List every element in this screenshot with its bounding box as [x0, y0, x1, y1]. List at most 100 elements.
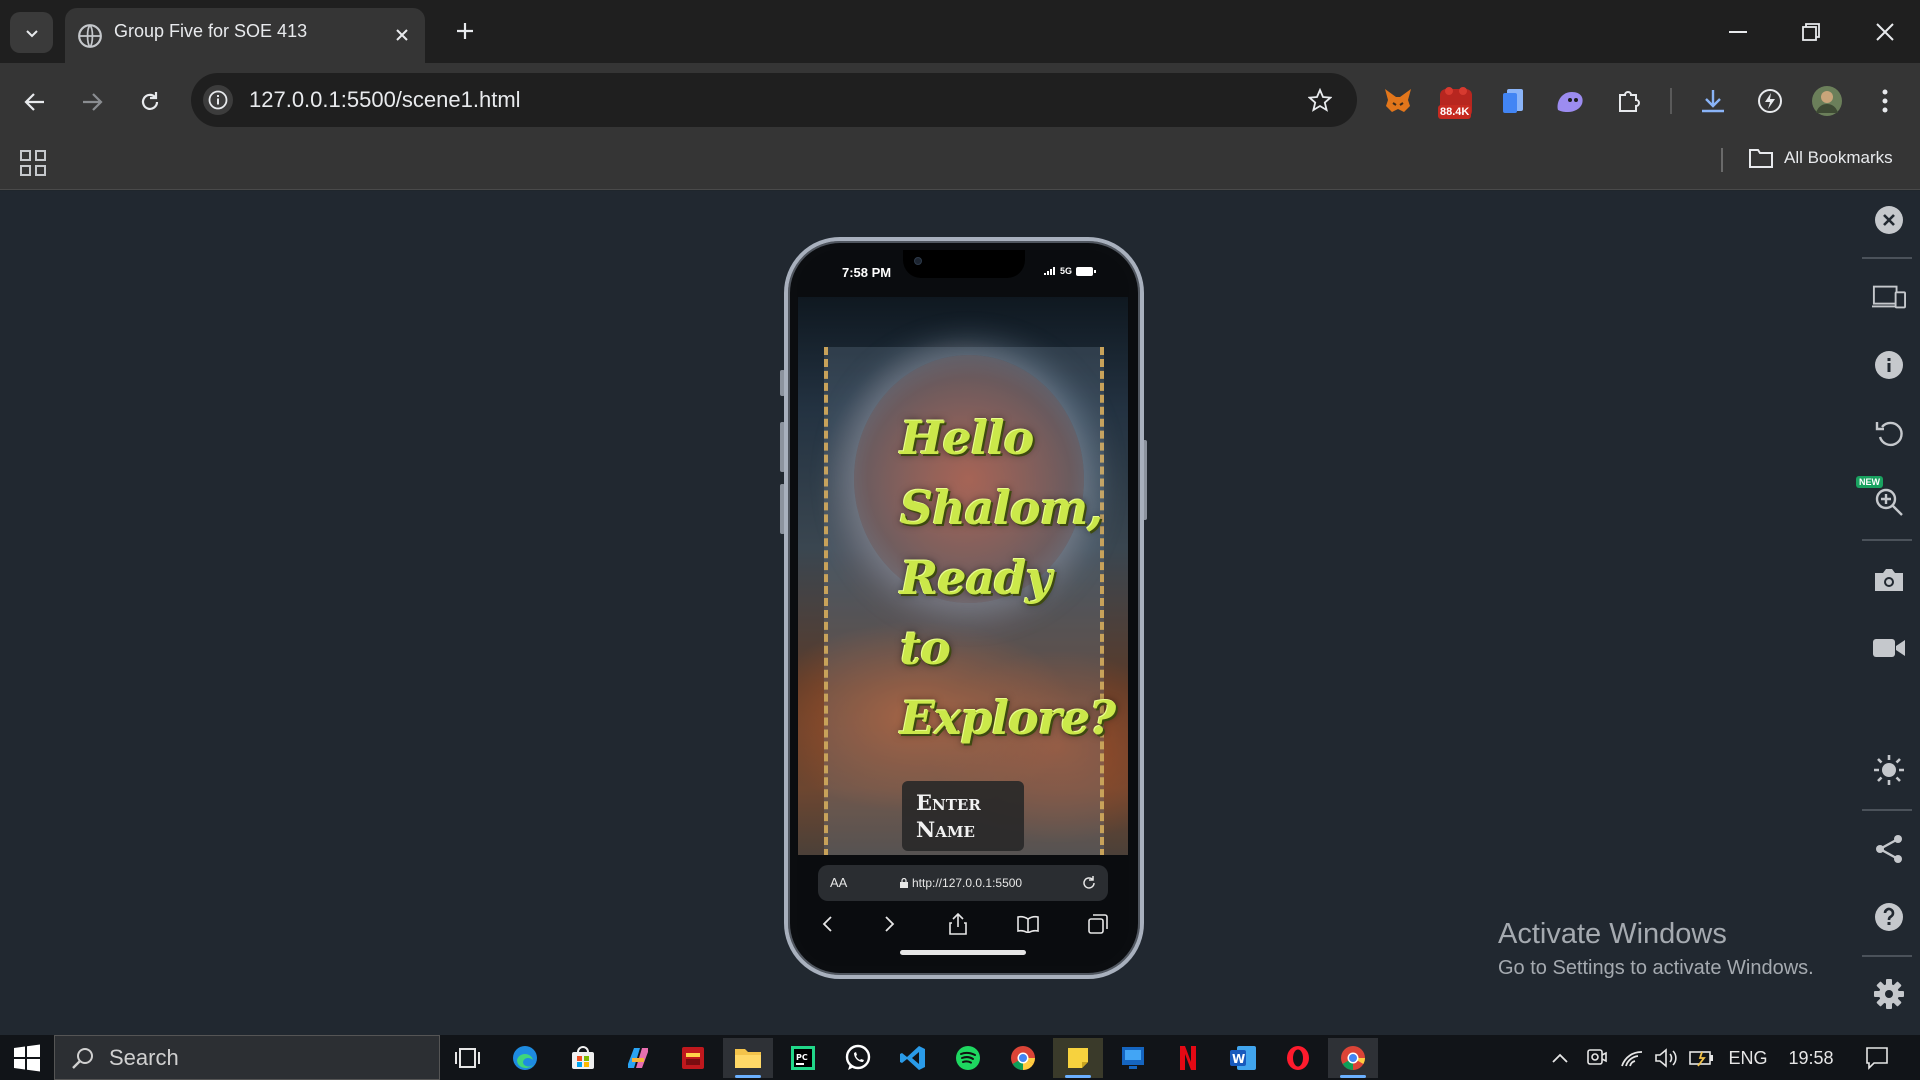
whatsapp-app[interactable] [833, 1038, 883, 1078]
device-info-button[interactable] [1872, 348, 1906, 382]
sun-icon [1874, 755, 1904, 785]
extensions-menu-button[interactable] [1608, 80, 1650, 122]
spotify-app[interactable] [943, 1038, 993, 1078]
close-window-button[interactable] [1862, 12, 1908, 52]
metamask-extension[interactable] [1377, 80, 1419, 122]
sticky-notes-app[interactable] [1053, 1038, 1103, 1078]
apps-grid-icon[interactable] [18, 148, 48, 178]
opera-app[interactable] [1273, 1038, 1323, 1078]
svg-text:PC: PC [796, 1053, 808, 1062]
file-explorer-app[interactable] [723, 1038, 773, 1078]
language-indicator[interactable]: ENG [1724, 1044, 1772, 1072]
all-bookmarks-button[interactable]: All Bookmarks [1748, 147, 1893, 169]
settings-button[interactable] [1872, 977, 1906, 1011]
battery-button[interactable] [1688, 1044, 1716, 1072]
zoom-in-icon [1875, 488, 1903, 516]
reload-button[interactable] [130, 82, 170, 122]
avatar-icon [1812, 86, 1842, 116]
pycharm-app[interactable]: PC [778, 1038, 828, 1078]
new-tab-button[interactable] [450, 16, 480, 46]
safari-url-text: http://127.0.0.1:5500 [912, 876, 1023, 890]
share-button[interactable] [1872, 832, 1906, 866]
store-app[interactable] [558, 1038, 608, 1078]
chrome-app[interactable] [998, 1038, 1048, 1078]
reload-icon[interactable] [1080, 874, 1098, 892]
safari-forward-button[interactable] [876, 910, 904, 938]
signal-icon [1044, 267, 1055, 275]
lock-icon [900, 878, 908, 888]
enter-name-button[interactable]: Enter Name [902, 781, 1024, 851]
record-button[interactable] [1872, 631, 1906, 665]
front-camera [914, 257, 922, 265]
text-size-button[interactable]: AA [830, 875, 847, 890]
zoom-button[interactable] [1872, 485, 1906, 519]
restore-button[interactable] [1788, 12, 1834, 52]
chevron-up-icon [1552, 1053, 1568, 1063]
share-nodes-icon [1876, 835, 1902, 863]
profile-avatar[interactable] [1806, 80, 1848, 122]
bookmark-star-button[interactable] [1305, 85, 1335, 115]
tab-search-button[interactable] [10, 12, 53, 53]
close-emulator-button[interactable] [1872, 203, 1906, 237]
theme-toggle-button[interactable] [1872, 753, 1906, 787]
globe-icon [78, 24, 102, 48]
safari-tabs-button[interactable] [1084, 910, 1112, 938]
copilot-icon [628, 1048, 648, 1068]
arrow-right-icon [83, 93, 103, 111]
back-button[interactable] [15, 82, 55, 122]
help-button[interactable] [1872, 900, 1906, 934]
video-camera-icon [1873, 639, 1905, 657]
safari-share-button[interactable] [944, 910, 972, 938]
activate-windows-watermark: Activate Windows Go to Settings to activ… [1498, 918, 1814, 980]
show-hidden-icons-button[interactable] [1546, 1044, 1574, 1072]
address-bar[interactable]: 127.0.0.1:5500/scene1.html [191, 73, 1357, 127]
network-button[interactable] [1618, 1044, 1646, 1072]
meet-now-button[interactable] [1582, 1044, 1610, 1072]
battery-charging-icon [1689, 1051, 1713, 1067]
volume-button[interactable] [1652, 1044, 1680, 1072]
ghost-extension[interactable] [1549, 80, 1591, 122]
search-placeholder: Search [109, 1044, 179, 1070]
safari-address-bar[interactable]: AA http://127.0.0.1:5500 [818, 865, 1108, 901]
share-icon [949, 913, 967, 935]
copilot-app[interactable] [613, 1038, 663, 1078]
sidebar-divider [1862, 955, 1912, 957]
rotate-button[interactable] [1872, 416, 1906, 450]
forward-button[interactable] [72, 82, 112, 122]
netflix-app[interactable] [1163, 1038, 1213, 1078]
close-tab-button[interactable] [389, 22, 415, 48]
task-view-icon [455, 1048, 480, 1068]
safari-bookmarks-button[interactable] [1014, 910, 1042, 938]
devices-icon [1872, 285, 1906, 309]
edge-app[interactable] [500, 1038, 550, 1078]
task-view-button[interactable] [443, 1038, 493, 1078]
browser-tab[interactable]: Group Five for SOE 413 [65, 8, 425, 63]
windows-start-icon[interactable] [12, 1043, 42, 1073]
browser-menu-button[interactable] [1864, 80, 1906, 122]
taskbar-search[interactable]: Search [54, 1035, 440, 1080]
extension-badge-button[interactable]: 88.4K [1431, 80, 1481, 122]
url-text: 127.0.0.1:5500/scene1.html [249, 87, 521, 112]
performance-button[interactable] [1749, 80, 1791, 122]
notification-center-button[interactable] [1862, 1044, 1892, 1072]
blue-app[interactable] [1108, 1038, 1158, 1078]
minimize-button[interactable] [1715, 12, 1761, 52]
watermark-title: Activate Windows [1498, 918, 1727, 950]
home-indicator [900, 950, 1026, 955]
site-info-button[interactable] [203, 85, 233, 115]
taskbar-clock[interactable]: 19:58 [1782, 1044, 1840, 1072]
opera-icon [1287, 1046, 1309, 1070]
docs-extension[interactable] [1492, 80, 1534, 122]
screenshot-button[interactable] [1872, 563, 1906, 597]
mobile-webpage: Hello Shalom, Ready to Explore? Enter Na… [798, 297, 1128, 855]
lightning-icon [1758, 89, 1782, 113]
safari-back-button[interactable] [813, 910, 841, 938]
more-vertical-icon [1882, 89, 1888, 113]
downloads-button[interactable] [1692, 80, 1734, 122]
red-app[interactable] [668, 1038, 718, 1078]
word-app[interactable]: W [1218, 1038, 1268, 1078]
vscode-icon [900, 1046, 925, 1070]
chrome-app-active[interactable] [1328, 1038, 1378, 1078]
vscode-app[interactable] [888, 1038, 938, 1078]
device-select-button[interactable] [1872, 280, 1906, 314]
